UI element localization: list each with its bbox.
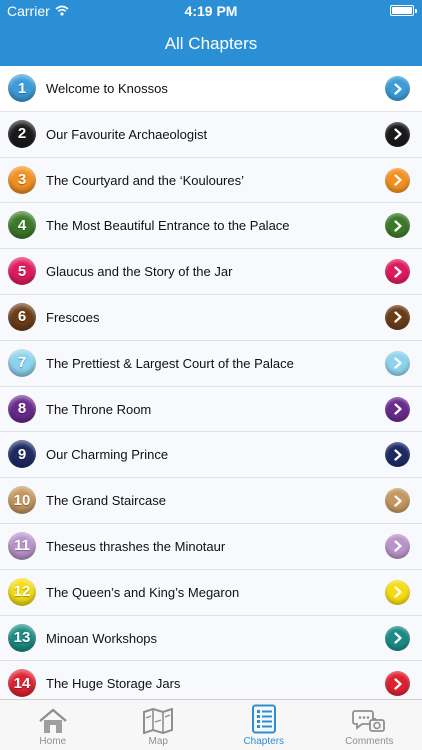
chapter-number: 5 xyxy=(17,262,27,280)
chapter-number: 11 xyxy=(14,537,30,555)
chapter-title: The Grand Staircase xyxy=(46,493,166,509)
chapter-row[interactable]: 1 Welcome to Knossos xyxy=(0,66,422,112)
chapter-number-badge: 10 xyxy=(8,486,36,515)
chapter-number-badge: 12 xyxy=(8,577,36,606)
home-icon xyxy=(37,708,69,736)
chapter-row[interactable]: 7 The Prettiest & Largest Court of the Pa… xyxy=(0,340,422,387)
chapter-title: Our Charming Prince xyxy=(46,447,169,463)
battery-icon xyxy=(390,5,417,16)
chapter-row[interactable]: 11 Theseus thrashes the Minotaur xyxy=(0,523,422,570)
chapter-number: 4 xyxy=(17,216,27,234)
chevron-right-icon[interactable] xyxy=(385,671,410,697)
chevron-right-icon[interactable] xyxy=(385,488,410,514)
tab-label: Chapters xyxy=(243,736,285,747)
chapter-row[interactable]: 9 Our Charming Prince xyxy=(0,432,422,479)
chapter-row[interactable]: 10 The Grand Staircase xyxy=(0,478,422,524)
chapter-number: 3 xyxy=(17,171,27,189)
chapter-number: 9 xyxy=(17,445,27,463)
chapter-number-badge: 11 xyxy=(8,531,36,560)
chapter-number-badge: 1 xyxy=(8,74,36,102)
chevron-right-icon[interactable] xyxy=(385,167,410,193)
chapter-number: 6 xyxy=(17,308,27,326)
chevron-right-icon[interactable] xyxy=(385,396,410,422)
chapter-number-badge: 3 xyxy=(8,165,36,194)
chevron-right-icon[interactable] xyxy=(385,121,410,147)
chapter-row[interactable]: 2 Our Favourite Archaeologist xyxy=(0,111,422,158)
chapter-number-badge: 6 xyxy=(8,302,36,331)
chapter-number: 14 xyxy=(13,674,31,692)
tab-label: Comments xyxy=(345,736,394,747)
chapter-title: The Prettiest & Largest Court of the Pal… xyxy=(46,355,294,371)
chapter-number-badge: 4 xyxy=(8,211,36,240)
chapter-number: 7 xyxy=(17,354,27,372)
tab-chapters[interactable]: Chapters xyxy=(211,700,317,750)
chevron-right-icon[interactable] xyxy=(385,579,410,605)
chevron-right-icon[interactable] xyxy=(385,259,410,285)
chapter-number-badge: 5 xyxy=(8,257,36,286)
chevron-right-icon[interactable] xyxy=(385,350,410,376)
tab-home[interactable]: Home xyxy=(0,700,106,750)
chapter-number: 13 xyxy=(13,629,31,647)
status-time: 4:19 PM xyxy=(184,3,238,19)
chapter-number-badge: 8 xyxy=(8,394,36,423)
chapter-title: Theseus thrashes the Minotaur xyxy=(46,538,226,554)
chapter-number: 10 xyxy=(13,491,31,509)
chapters-icon xyxy=(250,704,278,736)
chapter-number-badge: 13 xyxy=(8,623,36,652)
chapter-title: The Throne Room xyxy=(46,401,152,417)
comments-icon xyxy=(352,708,386,736)
map-icon xyxy=(142,708,174,736)
chapter-list: 1 Welcome to Knossos 2 Our Favourite Archae… xyxy=(0,66,422,699)
navigation-bar: All Chapters xyxy=(0,22,422,66)
chevron-right-icon[interactable] xyxy=(385,442,410,468)
chapter-title: Minoan Workshops xyxy=(46,630,158,646)
chapter-number-badge: 7 xyxy=(8,348,36,377)
chapter-title: Our Favourite Archaeologist xyxy=(46,126,208,142)
chapter-title: Frescoes xyxy=(46,309,100,325)
chapter-number-badge: 14 xyxy=(8,669,36,698)
tab-bar: Home Map Chapters Comments xyxy=(0,699,422,750)
tab-comments[interactable]: Comments xyxy=(317,700,422,750)
chapter-number: 2 xyxy=(17,125,27,143)
chapter-row[interactable]: 5 Glaucus and the Story of the Jar xyxy=(0,249,422,295)
chapter-row[interactable]: 12 The Queen’s and King’s Megaron xyxy=(0,569,422,616)
chevron-right-icon[interactable] xyxy=(385,76,410,101)
chapter-row[interactable]: 13 Minoan Workshops xyxy=(0,615,422,662)
tab-map[interactable]: Map xyxy=(106,700,212,750)
chevron-right-icon[interactable] xyxy=(385,625,410,651)
chapter-row[interactable]: 3 The Courtyard and the ‘Kouloures’ xyxy=(0,157,422,204)
page-title: All Chapters xyxy=(164,34,258,53)
chapter-row[interactable]: 14 The Huge Storage Jars xyxy=(0,661,422,699)
chapter-row[interactable]: 6 Frescoes xyxy=(0,294,422,341)
chapter-number-badge: 9 xyxy=(8,440,36,469)
chapter-title: The Most Beautiful Entrance to the Palac… xyxy=(46,218,290,234)
chevron-right-icon[interactable] xyxy=(385,304,410,330)
chapter-number-badge: 2 xyxy=(8,119,36,148)
chapter-number: 1 xyxy=(17,79,27,97)
chapter-title: The Queen’s and King’s Megaron xyxy=(46,584,240,600)
chapter-number: 8 xyxy=(17,400,27,418)
status-bar: Carrier 4:19 PM xyxy=(0,0,422,22)
chapter-title: Glaucus and the Story of the Jar xyxy=(46,264,233,280)
tab-label: Map xyxy=(148,736,168,747)
tab-label: Home xyxy=(39,736,67,747)
chapter-title: Welcome to Knossos xyxy=(46,81,168,96)
chevron-right-icon[interactable] xyxy=(385,533,410,559)
chevron-right-icon[interactable] xyxy=(385,213,410,239)
chapter-title: The Courtyard and the ‘Kouloures’ xyxy=(46,172,245,188)
chapter-row[interactable]: 4 The Most Beautiful Entrance to the Pala… xyxy=(0,203,422,250)
chapter-number: 12 xyxy=(13,583,31,601)
chapter-title: The Huge Storage Jars xyxy=(46,676,181,692)
chapter-row[interactable]: 8 The Throne Room xyxy=(0,386,422,433)
